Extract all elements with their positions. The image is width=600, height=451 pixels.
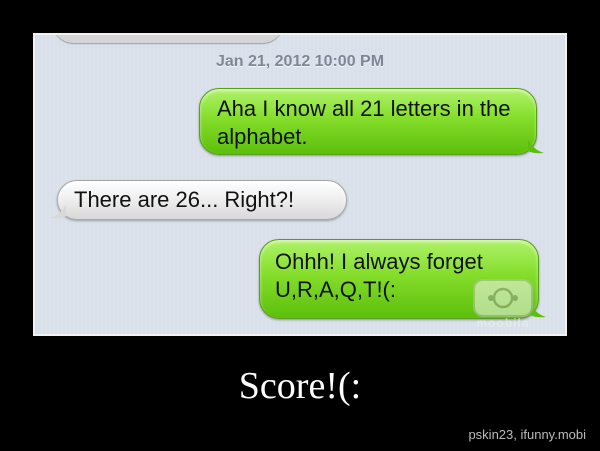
credit-text: pskin23, ifunny.mobi xyxy=(468,427,586,442)
moobila-watermark: moobila xyxy=(461,279,545,333)
bubble-tail-icon xyxy=(50,205,66,219)
poster-caption: Score!(: xyxy=(238,365,362,407)
received-message-bubble[interactable]: There are 26... Right?! xyxy=(50,180,347,220)
sent-message-bubble[interactable]: Aha I know all 21 letters in the alphabe… xyxy=(199,88,544,155)
message-text: Aha I know all 21 letters in the alphabe… xyxy=(217,96,511,149)
message-text: Ohhh! I always forget U,R,A,Q,T!(: xyxy=(275,249,483,302)
message-timestamp: Jan 21, 2012 10:00 PM xyxy=(215,53,385,70)
watermark-label: moobila xyxy=(476,316,530,330)
conversation-screenshot: Jan 21, 2012 10:00 PM Aha I know all 21 … xyxy=(33,33,567,336)
previous-message-bubble xyxy=(53,35,283,43)
message-text: There are 26... Right?! xyxy=(74,187,295,212)
moobila-logo-icon xyxy=(473,279,533,317)
bubble-tail-icon xyxy=(528,140,544,154)
